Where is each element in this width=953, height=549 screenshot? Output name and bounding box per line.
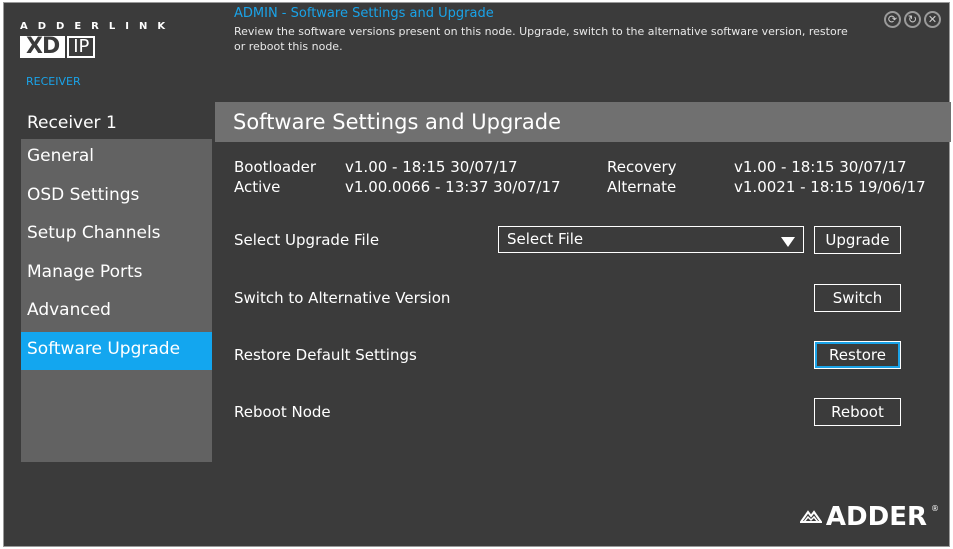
upgrade-file-select[interactable]: Select File [498, 226, 804, 253]
recovery-value: v1.00 - 18:15 30/07/17 [734, 158, 907, 176]
active-value: v1.00.0066 - 13:37 30/07/17 [345, 178, 561, 196]
header-icons: ⟳ ↻ ✕ [884, 11, 941, 28]
bootloader-label: Bootloader [234, 158, 316, 176]
page-description: Review the software versions present on … [234, 25, 848, 53]
close-icon[interactable]: ✕ [924, 11, 941, 28]
device-type-label: RECEIVER [26, 75, 81, 88]
upgrade-button[interactable]: Upgrade [814, 226, 901, 254]
bootloader-value: v1.00 - 18:15 30/07/17 [345, 158, 518, 176]
logo-brand-text: ADDERLINK [20, 21, 176, 32]
upgrade-file-label: Select Upgrade File [234, 231, 380, 249]
rotate-icon[interactable]: ↻ [904, 11, 921, 28]
sidebar: Receiver 1 General OSD Settings Setup Ch… [21, 108, 212, 462]
adder-logo-text: ADDER [825, 502, 927, 532]
restore-defaults-label: Restore Default Settings [234, 346, 417, 364]
sidebar-heading: Receiver 1 [21, 108, 212, 139]
refresh-icon[interactable]: ⟳ [884, 11, 901, 28]
adder-mark-icon [799, 510, 822, 523]
sidebar-item-osd-settings[interactable]: OSD Settings [21, 178, 212, 217]
chevron-down-icon [781, 237, 795, 247]
page-title: ADMIN - Software Settings and Upgrade [234, 6, 494, 21]
restore-button[interactable]: Restore [814, 341, 901, 369]
active-label: Active [234, 178, 281, 196]
adderlink-xdip-logo: ADDERLINK XD IP [20, 21, 210, 58]
adder-footer-logo: ADDER ® [799, 502, 939, 532]
alternate-value: v1.0021 - 18:15 19/06/17 [734, 178, 926, 196]
logo-xd: XD [20, 36, 66, 58]
alternate-label: Alternate [607, 178, 677, 196]
sidebar-item-manage-ports[interactable]: Manage Ports [21, 255, 212, 294]
reboot-node-label: Reboot Node [234, 403, 331, 421]
registered-mark: ® [931, 504, 939, 513]
recovery-label: Recovery [607, 158, 677, 176]
sidebar-item-software-upgrade[interactable]: Software Upgrade [21, 331, 212, 370]
reboot-button[interactable]: Reboot [814, 398, 901, 426]
switch-button[interactable]: Switch [814, 284, 901, 312]
switch-version-label: Switch to Alternative Version [234, 289, 451, 307]
upgrade-file-select-value: Select File [507, 230, 584, 248]
sidebar-item-setup-channels[interactable]: Setup Channels [21, 216, 212, 255]
sidebar-item-advanced[interactable]: Advanced [21, 293, 212, 332]
section-title: Software Settings and Upgrade [215, 102, 951, 142]
app-window: ADDERLINK XD IP RECEIVER ADMIN - Softwar… [3, 2, 951, 547]
sidebar-item-general[interactable]: General [21, 139, 212, 178]
logo-ip: IP [67, 36, 96, 58]
